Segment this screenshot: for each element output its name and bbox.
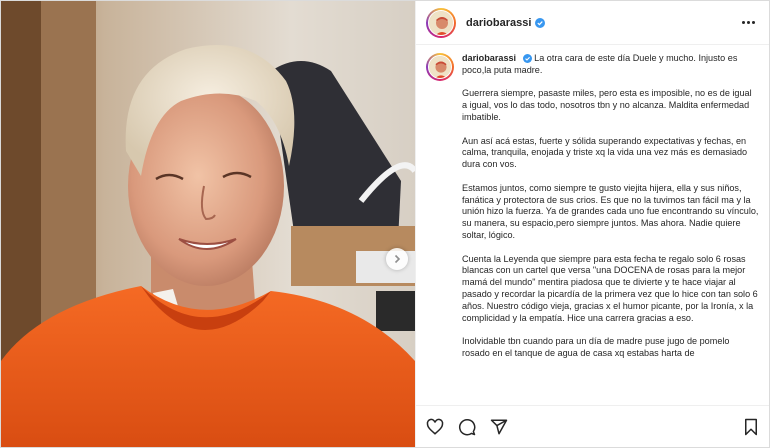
caption-paragraph: Estamos juntos, como siempre te gusto vi… xyxy=(462,182,759,240)
verified-badge-icon xyxy=(535,17,546,28)
caption-paragraph: Aun así acá estas, fuerte y sólida super… xyxy=(462,135,748,170)
post-side-panel: dariobarassi dariobarassi La otra cara d… xyxy=(415,1,769,447)
caption-text: dariobarassi La otra cara de este día Du… xyxy=(462,53,759,405)
bookmark-icon[interactable] xyxy=(743,418,759,436)
chevron-right-icon xyxy=(392,254,402,264)
caption-paragraph: Guerrera siempre, pasaste miles, pero es… xyxy=(462,88,752,122)
verified-badge-icon xyxy=(522,54,532,64)
action-bar xyxy=(416,405,769,447)
caption-paragraph: Cuenta la Leyenda que siempre para esta … xyxy=(462,253,758,323)
caption-paragraph: dariobarassi La otra cara de este día Du… xyxy=(462,53,738,75)
caption-username[interactable]: dariobarassi xyxy=(462,53,516,63)
more-options-button[interactable] xyxy=(738,17,759,28)
more-horizontal-icon xyxy=(742,21,745,24)
username-link[interactable]: dariobarassi xyxy=(466,17,531,29)
photo-illustration xyxy=(1,1,415,447)
caption: dariobarassi La otra cara de este día Du… xyxy=(416,45,769,405)
caption-avatar[interactable] xyxy=(426,53,454,81)
carousel-next-button[interactable] xyxy=(386,248,408,270)
comment-icon[interactable] xyxy=(458,418,476,436)
heart-icon[interactable] xyxy=(426,418,444,436)
avatar[interactable] xyxy=(426,7,456,38)
caption-paragraph: Inolvidable tbn cuando para un día de ma… xyxy=(462,336,730,358)
post-photo[interactable] xyxy=(1,1,415,447)
share-icon[interactable] xyxy=(490,418,508,436)
instagram-post: dariobarassi dariobarassi La otra cara d… xyxy=(0,0,770,448)
post-header: dariobarassi xyxy=(416,1,769,45)
